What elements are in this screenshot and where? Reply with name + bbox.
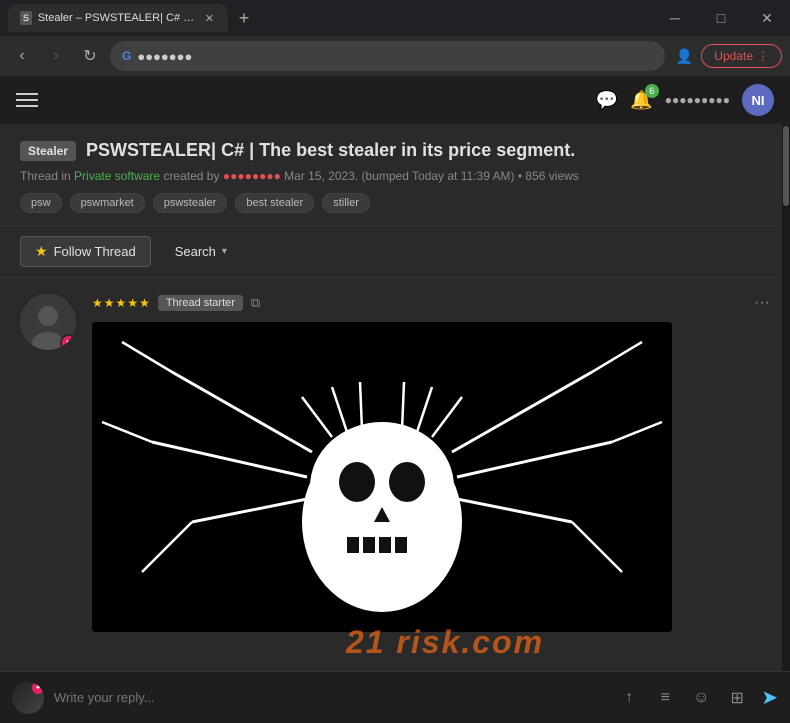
reply-avatar: ● bbox=[12, 682, 44, 714]
active-tab[interactable]: S Stealer – PSWSTEALER| C# | The b... ✕ bbox=[8, 4, 228, 32]
address-box[interactable]: G ●●●●●●● bbox=[110, 41, 665, 71]
back-button[interactable]: ‹ bbox=[8, 42, 36, 70]
heart-badge-icon: ♥ bbox=[60, 334, 76, 350]
reply-toolbar: ↑ ≡ ☺ ⊞ bbox=[615, 684, 751, 712]
reply-input[interactable] bbox=[54, 690, 605, 705]
copy-link-icon[interactable]: ⧉ bbox=[251, 295, 260, 311]
address-bar: ‹ › ↻ G ●●●●●●● 👤 Update ⋮ bbox=[0, 36, 790, 76]
reply-avatar-badge: ● bbox=[32, 682, 44, 694]
google-icon: G bbox=[122, 49, 131, 63]
avatar[interactable]: NI bbox=[742, 84, 774, 116]
send-button[interactable]: ➤ bbox=[761, 685, 778, 710]
update-chevron-icon: ⋮ bbox=[757, 49, 769, 63]
update-button[interactable]: Update ⋮ bbox=[701, 44, 782, 68]
image-icon[interactable]: ⊞ bbox=[723, 684, 751, 712]
thread-title: PSWSTEALER| C# | The best stealer in its… bbox=[86, 140, 575, 161]
star-1: ★ bbox=[92, 296, 103, 310]
address-bar-actions: 👤 Update ⋮ bbox=[671, 43, 782, 69]
star-icon: ★ bbox=[35, 243, 48, 260]
header-right: 💬 🔔 6 ●●●●●●●●● NI bbox=[596, 84, 774, 116]
thread-title-row: Stealer PSWSTEALER| C# | The best steale… bbox=[20, 140, 770, 161]
tab-title: Stealer – PSWSTEALER| C# | The b... bbox=[38, 12, 197, 24]
user-stars-rating: ★ ★ ★ ★ ★ bbox=[92, 296, 150, 310]
tab-favicon: S bbox=[20, 11, 32, 25]
list-icon[interactable]: ≡ bbox=[651, 684, 679, 712]
search-button[interactable]: Search ▾ bbox=[167, 238, 235, 265]
post-options-button[interactable]: ··· bbox=[754, 294, 770, 312]
window-controls: ─ □ ✕ bbox=[652, 0, 790, 36]
profile-button[interactable]: 👤 bbox=[671, 43, 697, 69]
star-3: ★ bbox=[116, 296, 127, 310]
tag-psw[interactable]: psw bbox=[20, 193, 62, 213]
username-text: ●●●●●●●●● bbox=[665, 93, 730, 107]
category-link[interactable]: Private software bbox=[74, 169, 160, 183]
search-chevron-icon: ▾ bbox=[222, 246, 227, 257]
post-section: ♥ ★ ★ ★ ★ ★ Thread starter ⧉ ··· bbox=[0, 278, 790, 648]
forward-button[interactable]: › bbox=[42, 42, 70, 70]
tags-row: psw pswmarket pswstealer best stealer st… bbox=[20, 193, 770, 213]
minimize-button[interactable]: ─ bbox=[652, 0, 698, 36]
thread-category-badge[interactable]: Stealer bbox=[20, 141, 76, 161]
scrollbar-thumb[interactable] bbox=[783, 126, 789, 206]
close-button[interactable]: ✕ bbox=[744, 0, 790, 36]
site-header: 💬 🔔 6 ●●●●●●●●● NI bbox=[0, 76, 790, 124]
thread-meta: Thread in Private software created by ●●… bbox=[20, 169, 770, 183]
url-text: ●●●●●●● bbox=[137, 49, 653, 64]
author-name: ●●●●●●●● bbox=[223, 169, 281, 183]
thread-bumped: (bumped Today at 11:39 AM) bbox=[362, 169, 515, 183]
hamburger-menu-button[interactable] bbox=[16, 93, 38, 107]
post-avatar-column: ♥ bbox=[20, 294, 80, 632]
scrollbar[interactable] bbox=[782, 124, 790, 723]
reply-bar: ● ↑ ≡ ☺ ⊞ ➤ bbox=[0, 671, 790, 723]
thread-starter-badge: Thread starter bbox=[158, 295, 243, 311]
tag-best-stealer[interactable]: best stealer bbox=[235, 193, 314, 213]
post-header: ★ ★ ★ ★ ★ Thread starter ⧉ ··· bbox=[92, 294, 770, 312]
emoji-icon[interactable]: ☺ bbox=[687, 684, 715, 712]
post-row: ♥ ★ ★ ★ ★ ★ Thread starter ⧉ ··· bbox=[20, 294, 770, 632]
notification-bell-button[interactable]: 🔔 6 bbox=[630, 90, 652, 111]
tab-close-button[interactable]: ✕ bbox=[203, 10, 216, 27]
post-image bbox=[92, 322, 672, 632]
follow-thread-button[interactable]: ★ Follow Thread bbox=[20, 236, 151, 267]
tag-pswmarket[interactable]: pswmarket bbox=[70, 193, 145, 213]
thread-title-section: Stealer PSWSTEALER| C# | The best steale… bbox=[0, 124, 790, 226]
tag-stiller[interactable]: stiller bbox=[322, 193, 370, 213]
new-tab-button[interactable]: + bbox=[232, 6, 256, 30]
hamburger-line-1 bbox=[16, 93, 38, 95]
thread-date: Mar 15, 2023. bbox=[284, 169, 358, 183]
notification-badge: 6 bbox=[645, 84, 659, 98]
star-4: ★ bbox=[127, 296, 138, 310]
action-bar: ★ Follow Thread Search ▾ bbox=[0, 226, 790, 278]
hamburger-line-2 bbox=[16, 99, 38, 101]
post-author-avatar[interactable]: ♥ bbox=[20, 294, 76, 350]
star-2: ★ bbox=[104, 296, 115, 310]
hamburger-line-3 bbox=[16, 105, 38, 107]
chat-icon[interactable]: 💬 bbox=[596, 90, 618, 111]
page-content: 💬 🔔 6 ●●●●●●●●● NI Stealer PSWSTEALER| C… bbox=[0, 76, 790, 723]
tag-pswstealer[interactable]: pswstealer bbox=[153, 193, 228, 213]
browser-titlebar: S Stealer – PSWSTEALER| C# | The b... ✕ … bbox=[0, 0, 790, 36]
search-label: Search bbox=[175, 244, 216, 259]
post-artwork-svg bbox=[92, 322, 672, 632]
maximize-button[interactable]: □ bbox=[698, 0, 744, 36]
thread-views: • 856 views bbox=[518, 169, 579, 183]
star-5: ★ bbox=[139, 296, 150, 310]
upload-icon[interactable]: ↑ bbox=[615, 684, 643, 712]
reload-button[interactable]: ↻ bbox=[76, 42, 104, 70]
post-main: ★ ★ ★ ★ ★ Thread starter ⧉ ··· bbox=[92, 294, 770, 632]
